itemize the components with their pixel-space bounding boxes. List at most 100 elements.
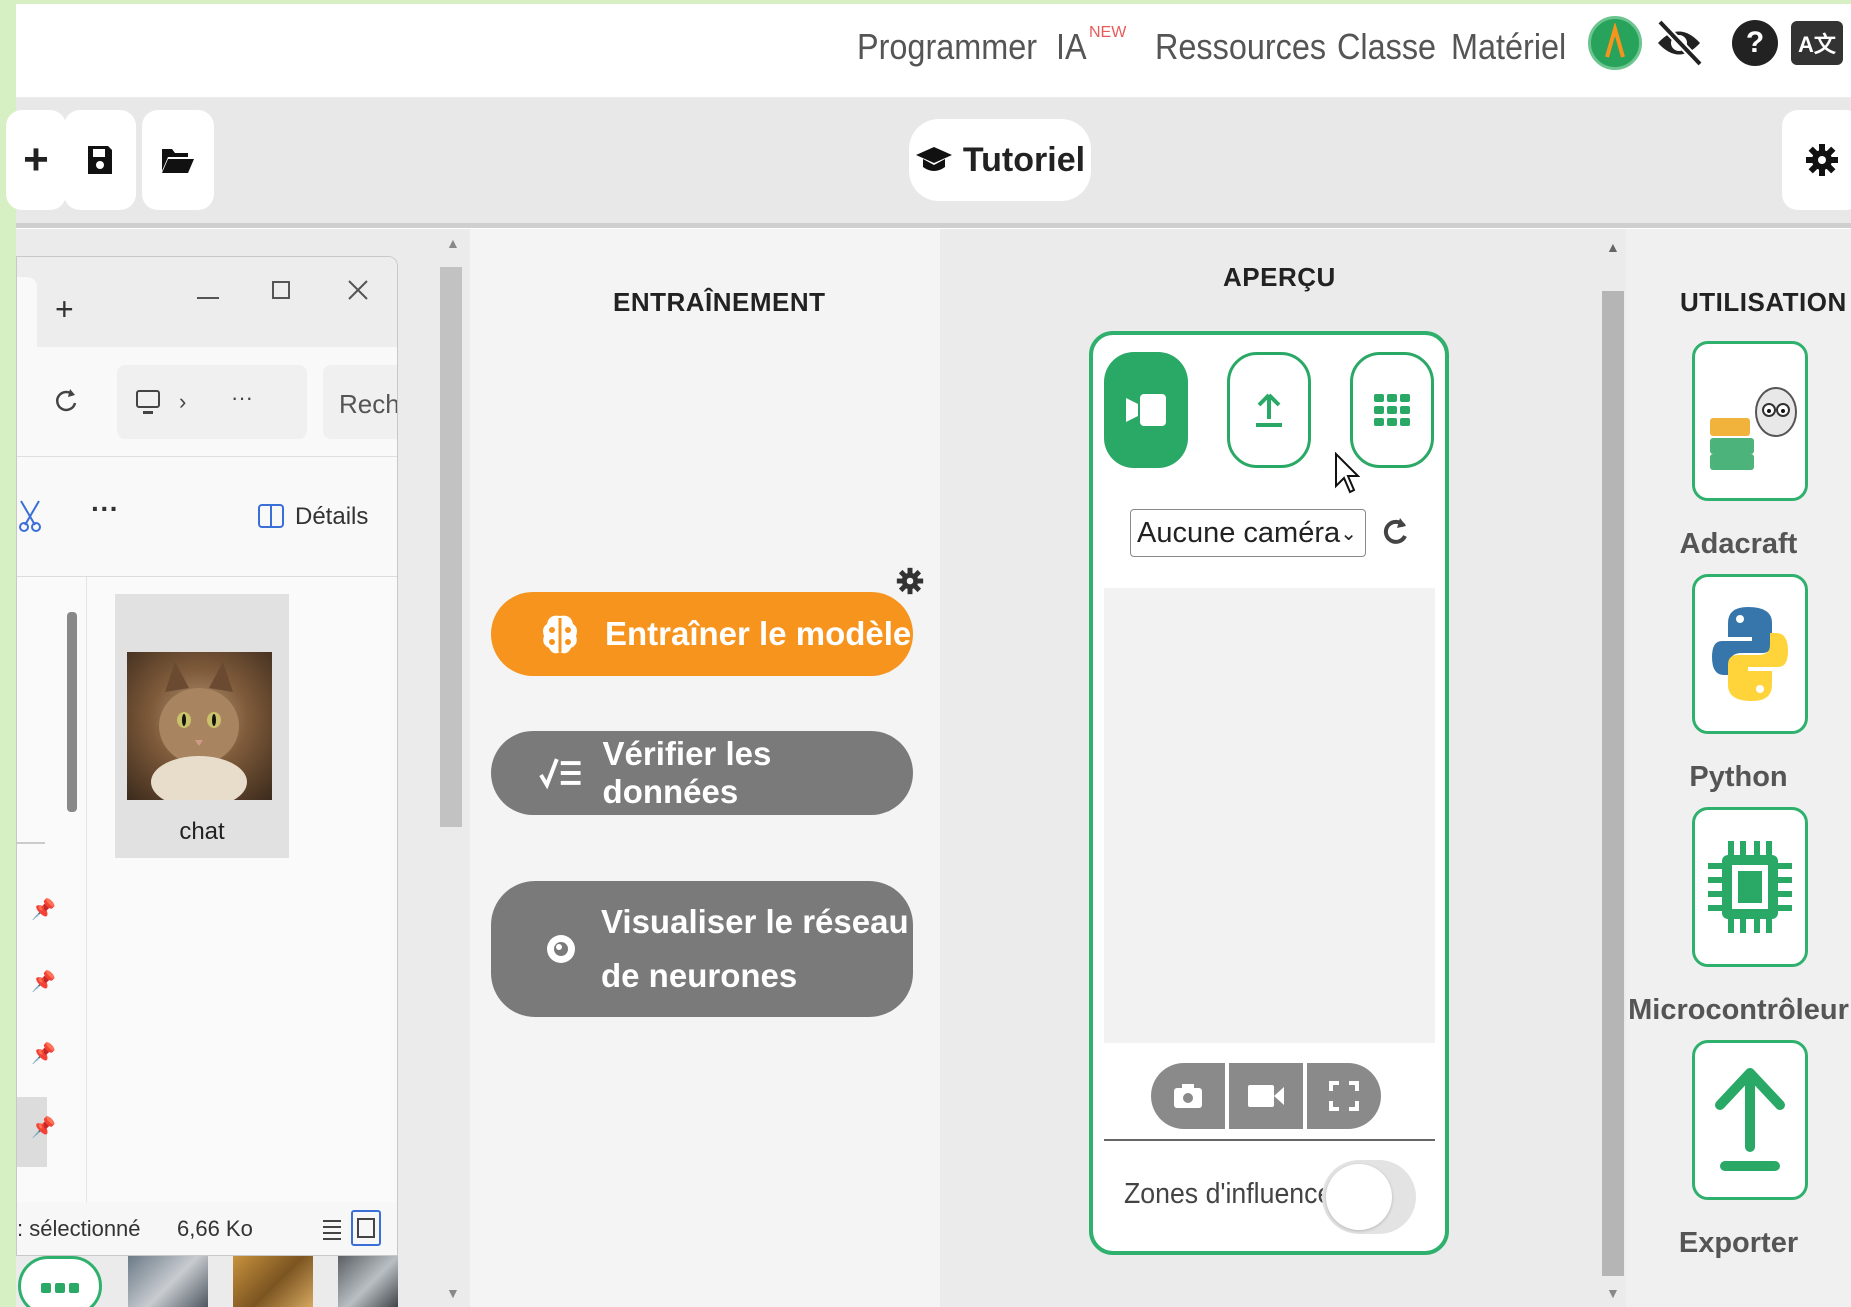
scroll-up-arrow-icon[interactable]: ▲ [446,235,460,251]
mouse-cursor-icon [1335,452,1360,494]
upload-mode-button[interactable] [1227,352,1311,468]
toolbar: + Tutoriel [6,98,1851,228]
new-tab-button[interactable]: + [55,291,74,328]
gear-icon [1806,144,1838,176]
save-button[interactable] [64,110,136,210]
scroll-down-arrow-icon[interactable]: ▼ [1606,1285,1620,1301]
refresh-icon[interactable] [53,387,79,415]
tutorial-button[interactable]: Tutoriel [909,119,1091,201]
usage-label-adacraft: Adacraft [1679,528,1798,560]
camera-select-value: Aucune caméra [1137,516,1341,549]
thumbnail-image[interactable] [233,1256,313,1307]
pin-icon[interactable]: 📌 [31,897,56,922]
details-button[interactable]: Détails [295,503,368,531]
user-avatar[interactable] [1588,16,1642,70]
thumbnail-image[interactable] [128,1256,208,1307]
open-folder-button[interactable] [142,110,214,210]
python-card[interactable] [1692,574,1808,734]
chevron-down-icon: ⌄ [1340,522,1357,545]
explorer-tab[interactable] [17,277,37,347]
right-scrollbar-thumb[interactable] [1602,291,1624,1276]
cat-thumbnail [127,652,272,808]
breadcrumb[interactable]: › ··· [117,365,307,439]
grid-dots-icon [41,1283,79,1293]
help-glyph: ? [1732,20,1778,66]
visualize-label-line1: Visualiser le réseau [601,903,909,940]
snapshot-button[interactable] [1151,1063,1225,1129]
thumbnail-view-icon[interactable] [351,1210,381,1246]
toggle-knob [1326,1164,1392,1230]
webcam-mode-button[interactable] [1104,352,1188,468]
left-scrollbar-thumb[interactable] [440,267,462,827]
chip-icon [1708,841,1792,933]
adacraft-card[interactable] [1692,341,1808,501]
pin-icon[interactable]: 📌 [31,1041,56,1066]
maximize-icon[interactable] [272,281,290,299]
camera-icon [1174,1084,1202,1108]
scissors-icon[interactable] [17,499,43,533]
more-options-icon[interactable]: ··· [91,493,119,525]
search-placeholder: Rech [339,389,398,419]
eye-icon [547,935,575,963]
grid-button[interactable] [18,1256,102,1307]
minimize-icon[interactable] [197,297,219,299]
nav-ia[interactable]: IA [1056,26,1087,68]
thumbnail-image[interactable] [338,1256,398,1307]
preview-header: APERÇU [1223,262,1336,292]
details-pane-icon[interactable] [257,503,285,529]
nav-classe[interactable]: Classe [1337,26,1436,68]
scroll-down-arrow-icon[interactable]: ▼ [446,1285,460,1301]
list-view-icon[interactable] [321,1216,343,1242]
image-strip [16,1254,410,1307]
fullscreen-icon [1329,1081,1359,1111]
new-project-button[interactable]: + [6,110,66,210]
nav-materiel[interactable]: Matériel [1451,26,1566,68]
status-selected-count: : sélectionné [17,1216,141,1241]
train-model-label: Entraîner le modèle [605,615,912,652]
usage-label-python: Python [1689,761,1788,793]
scroll-up-arrow-icon[interactable]: ▲ [1606,239,1620,255]
language-icon[interactable]: A文 [1790,16,1844,70]
upload-arrow-icon [1256,393,1282,427]
train-settings-gear-icon[interactable] [896,566,924,596]
pin-icon[interactable]: 📌 [31,969,56,994]
close-icon[interactable] [347,279,369,301]
tutorial-label: Tutoriel [962,140,1086,179]
camera-select[interactable]: Aucune caméra ⌄ [1130,509,1366,557]
nav-ressources[interactable]: Ressources [1155,26,1326,68]
left-scrollbar[interactable]: ▲ ▼ [440,235,466,1307]
training-header: ENTRAÎNEMENT [613,287,826,317]
chevron-right-icon: › [179,389,187,414]
influence-zones-toggle[interactable] [1322,1160,1416,1234]
brain-icon [543,615,577,654]
settings-button[interactable] [1782,110,1851,210]
explorer-status-bar: : sélectionné 6,66 Ko [17,1202,397,1255]
explorer-address-bar: › ··· Rech [17,347,397,457]
usage-header: UTILISATION [1680,287,1847,317]
export-card[interactable] [1692,1040,1808,1200]
video-camera-icon [1248,1085,1284,1107]
help-icon[interactable]: ? [1728,16,1782,70]
grid-icon [1374,394,1410,426]
verify-data-button[interactable]: Vérifier les données [491,731,913,815]
explorer-command-bar: ··· Détails [17,457,397,577]
visualize-network-button[interactable]: Visualiser le réseau de neurones [491,881,913,1017]
record-button[interactable] [1229,1063,1303,1129]
influence-zones-label: Zones d'influence [1124,1178,1333,1210]
explorer-tab-bar: + [17,257,397,347]
right-scrollbar[interactable]: ▲ ▼ [1600,235,1626,1307]
language-glyph: A文 [1791,21,1843,65]
train-model-button[interactable]: Entraîner le modèle [491,592,913,676]
accessibility-hidden-icon[interactable] [1652,16,1706,70]
breadcrumb-more-icon[interactable]: ··· [231,385,253,411]
microcontroller-card[interactable] [1692,807,1808,967]
webcam-icon [1126,394,1166,426]
pin-icon[interactable]: 📌 [31,1115,56,1140]
fullscreen-button[interactable] [1307,1063,1381,1129]
refresh-icon[interactable] [1380,514,1410,550]
grid-mode-button[interactable] [1350,352,1434,468]
search-input[interactable]: Rech [323,365,398,439]
file-item[interactable]: chat [115,594,289,858]
top-navigation: Programmer IA NEW Ressources Classe Maté… [16,4,1851,98]
nav-programmer[interactable]: Programmer [857,26,1037,68]
